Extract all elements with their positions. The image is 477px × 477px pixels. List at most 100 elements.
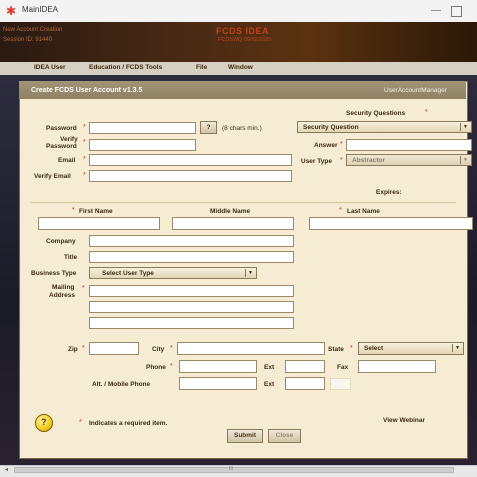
first-name-label: First Name: [79, 208, 113, 215]
mailing-address-line3-input[interactable]: [89, 317, 294, 329]
last-name-input[interactable]: [309, 217, 473, 230]
city-input[interactable]: [177, 342, 325, 355]
required-marker: *: [83, 124, 86, 131]
chevron-down-icon: ▼: [460, 123, 470, 131]
business-type-label: Business Type: [31, 270, 77, 277]
verify-password-label-line1: Verify: [60, 136, 78, 143]
required-marker: *: [83, 156, 86, 163]
state-value: Select: [364, 345, 384, 352]
app-logo-icon: ✱: [6, 4, 17, 18]
required-marker: *: [425, 109, 428, 116]
title-label: Title: [64, 254, 78, 261]
blank-field: [330, 378, 351, 390]
required-note: Indicates a required item.: [89, 420, 168, 427]
required-marker: *: [82, 345, 85, 352]
chevron-down-icon: ▼: [452, 344, 462, 352]
password-label: Password: [46, 125, 77, 132]
security-questions-heading: Security Questions: [346, 110, 406, 117]
required-marker: *: [339, 207, 342, 214]
middle-name-input[interactable]: [172, 217, 294, 230]
mailing-address-line2-input[interactable]: [89, 301, 294, 313]
help-bulb-icon[interactable]: ?: [36, 415, 52, 431]
fax-input[interactable]: [358, 360, 436, 373]
mailing-label-line2: Address: [49, 292, 76, 299]
answer-label: Answer: [314, 142, 338, 149]
fax-label: Fax: [337, 364, 349, 371]
minimize-button[interactable]: —: [428, 3, 444, 19]
menu-file[interactable]: File: [196, 64, 207, 71]
email-input[interactable]: [89, 154, 292, 166]
dialog-title: Create FCDS User Account v1.3.5: [31, 87, 143, 94]
required-marker: *: [79, 419, 82, 426]
header-context-label: New Account Creation: [3, 27, 63, 33]
alt-ext-input[interactable]: [285, 377, 325, 390]
verify-email-label: Verify Email: [34, 173, 71, 180]
zip-label: Zip: [68, 346, 78, 353]
password-help-button[interactable]: ?: [200, 121, 217, 134]
scrollbar-grip: III: [229, 466, 234, 472]
verify-email-input[interactable]: [89, 170, 292, 182]
middle-name-label: Middle Name: [210, 208, 251, 215]
required-marker: *: [83, 172, 86, 179]
scrollbar-thumb[interactable]: III: [14, 466, 454, 473]
ext-input[interactable]: [285, 360, 325, 373]
company-label: Company: [46, 238, 76, 245]
business-type-value: Select User Type: [102, 270, 154, 277]
required-marker: *: [170, 345, 173, 352]
security-question-value: Security Question: [303, 124, 359, 131]
submit-button[interactable]: Submit: [227, 429, 263, 443]
required-marker: *: [82, 285, 85, 292]
brand-subtitle: FCDSWQ 09/02/2025: [218, 37, 272, 43]
phone-label: Phone: [146, 364, 166, 371]
user-type-select[interactable]: Abstractor ▼: [346, 154, 472, 166]
window-title: MainIDEA: [22, 5, 59, 14]
user-type-label: User Type: [301, 158, 332, 165]
close-button[interactable]: Close: [268, 429, 301, 443]
email-label: Email: [58, 157, 76, 164]
session-id-label: Session ID: 91440: [3, 37, 53, 43]
company-input[interactable]: [89, 235, 294, 247]
chevron-down-icon: ▼: [245, 269, 255, 277]
city-label: City: [152, 346, 165, 353]
menu-education-tools[interactable]: Education / FCDS Tools: [89, 64, 162, 71]
dialog-context-label: UserAccountManager: [384, 87, 447, 94]
required-marker: *: [340, 141, 343, 148]
alt-phone-label: Alt. / Mobile Phone: [92, 381, 151, 388]
verify-password-input[interactable]: [89, 139, 196, 151]
required-marker: *: [83, 139, 86, 146]
title-input[interactable]: [89, 251, 294, 263]
phone-input[interactable]: [179, 360, 257, 373]
state-label: State: [328, 346, 344, 353]
scroll-left-icon[interactable]: ◂: [2, 466, 11, 475]
menu-window[interactable]: Window: [228, 64, 253, 71]
zip-input[interactable]: [89, 342, 139, 355]
alt-phone-input[interactable]: [179, 377, 257, 390]
section-divider: [30, 202, 456, 203]
brand-title: FCDS IDEA: [216, 26, 270, 36]
maximize-button[interactable]: [451, 6, 462, 17]
security-question-select[interactable]: Security Question ▼: [297, 121, 472, 133]
required-marker: *: [340, 157, 343, 164]
chevron-down-icon: ▼: [460, 156, 470, 164]
required-marker: *: [350, 345, 353, 352]
first-name-input[interactable]: [38, 217, 160, 230]
required-marker: *: [72, 207, 75, 214]
business-type-select[interactable]: Select User Type ▼: [89, 267, 257, 279]
mailing-address-line1-input[interactable]: [89, 285, 294, 297]
ext-label: Ext: [264, 364, 275, 371]
user-type-value: Abstractor: [352, 157, 385, 164]
expires-label: Expires:: [376, 189, 402, 196]
answer-input[interactable]: [346, 139, 472, 151]
help-bulb-glyph: ?: [41, 417, 47, 427]
ext2-label: Ext: [264, 381, 275, 388]
password-hint: (8 chars min.): [222, 125, 262, 132]
window-titlebar: [0, 0, 477, 23]
view-webinar-link[interactable]: View Webinar: [383, 417, 425, 424]
menu-idea-user[interactable]: IDEA User: [34, 64, 66, 71]
mailing-label-line1: Mailing: [52, 284, 75, 291]
required-marker: *: [170, 363, 173, 370]
last-name-label: Last Name: [347, 208, 380, 215]
state-select[interactable]: Select ▼: [358, 342, 464, 355]
verify-password-label-line2: Password: [46, 143, 77, 150]
password-input[interactable]: [89, 122, 196, 134]
